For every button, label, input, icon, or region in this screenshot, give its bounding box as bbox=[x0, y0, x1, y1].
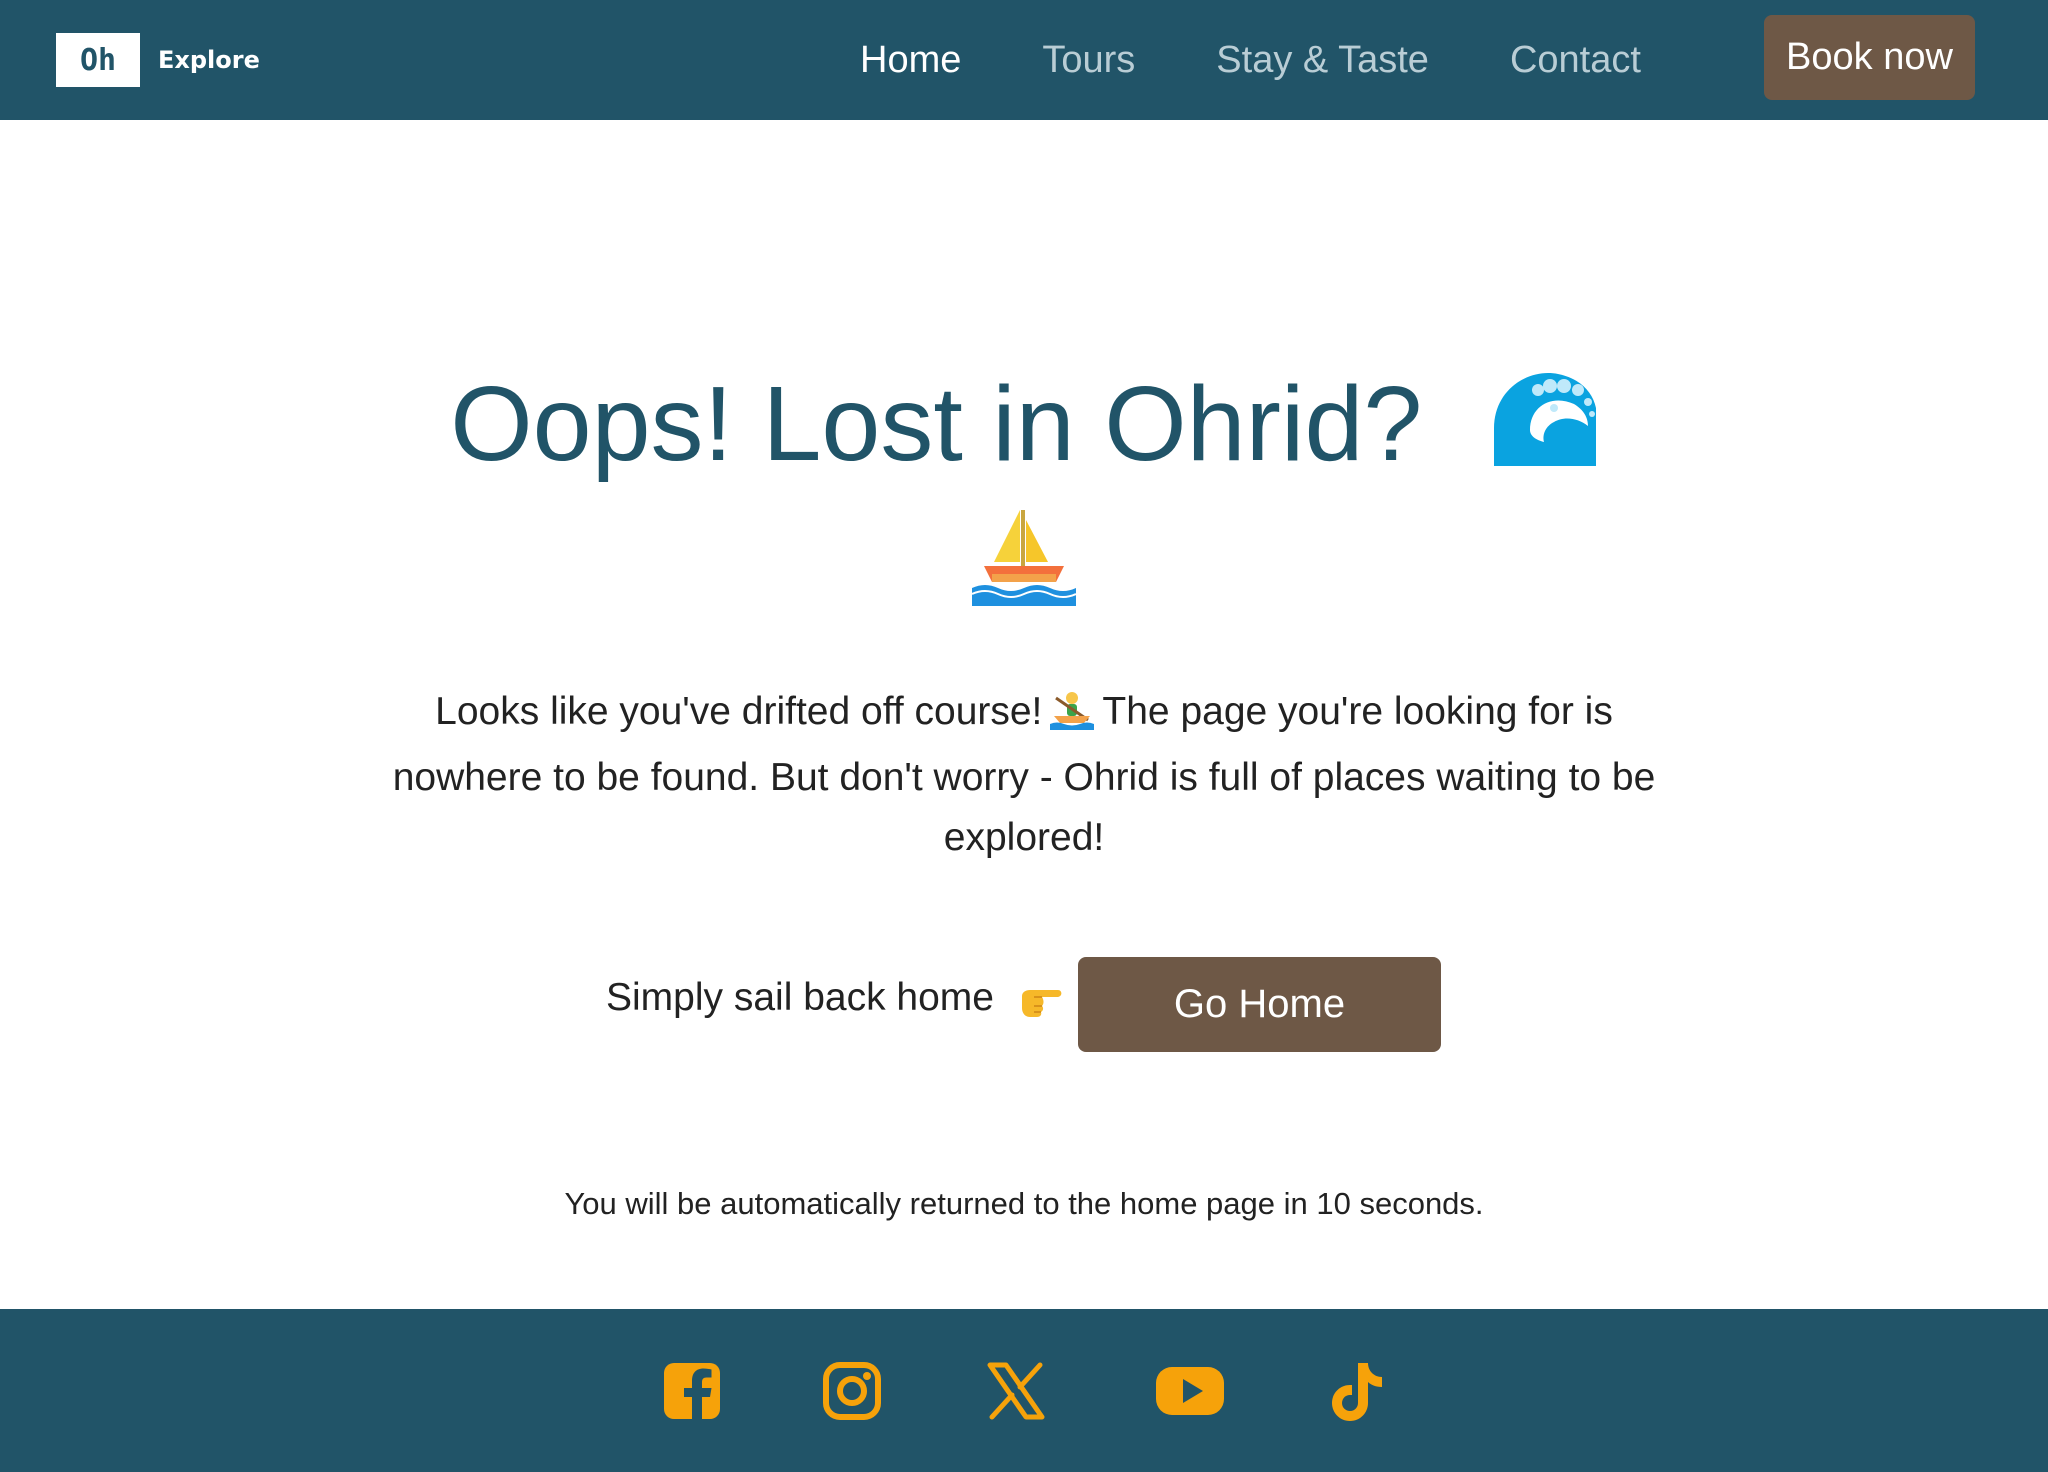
rowboat-icon bbox=[1050, 688, 1095, 748]
logo-text: Explore bbox=[158, 46, 260, 74]
tiktok-icon[interactable] bbox=[1324, 1359, 1388, 1423]
redirect-notice: You will be automatically returned to th… bbox=[564, 1186, 1484, 1221]
pointing-right-icon bbox=[1020, 980, 1064, 1025]
nav-stay-taste[interactable]: Stay & Taste bbox=[1216, 39, 1429, 82]
go-home-button[interactable]: Go Home bbox=[1078, 957, 1441, 1052]
nav-tours[interactable]: Tours bbox=[1042, 39, 1135, 82]
book-now-button[interactable]: Book now bbox=[1764, 15, 1975, 100]
instagram-icon[interactable] bbox=[820, 1359, 884, 1423]
intro-text-1: Looks like you've drifted off course! bbox=[435, 690, 1043, 733]
main-nav: Home Tours Stay & Taste Contact bbox=[860, 0, 1722, 120]
x-icon[interactable] bbox=[984, 1359, 1048, 1423]
sailboat-line bbox=[0, 506, 2048, 611]
sailboat-icon bbox=[971, 510, 1077, 610]
sail-back-text: Simply sail back home bbox=[606, 976, 994, 1019]
page: Oh Explore Home Tours Stay & Taste Conta… bbox=[0, 0, 2048, 1472]
navbar: Oh Explore Home Tours Stay & Taste Conta… bbox=[0, 0, 2048, 120]
page-title: Oops! Lost in Ohrid? bbox=[224, 360, 1824, 496]
intro-paragraph: Looks like you've drifted off course! Th… bbox=[374, 682, 1674, 868]
facebook-icon[interactable] bbox=[660, 1359, 724, 1423]
nav-contact[interactable]: Contact bbox=[1510, 39, 1641, 82]
logo-mark: Oh bbox=[56, 33, 140, 87]
youtube-icon[interactable] bbox=[1154, 1359, 1224, 1423]
page-title-text: Oops! Lost in Ohrid? bbox=[450, 365, 1423, 483]
footer bbox=[0, 1309, 2048, 1472]
wave-icon bbox=[1491, 368, 1598, 496]
nav-home[interactable]: Home bbox=[860, 39, 961, 82]
logo[interactable]: Oh Explore bbox=[56, 32, 260, 88]
